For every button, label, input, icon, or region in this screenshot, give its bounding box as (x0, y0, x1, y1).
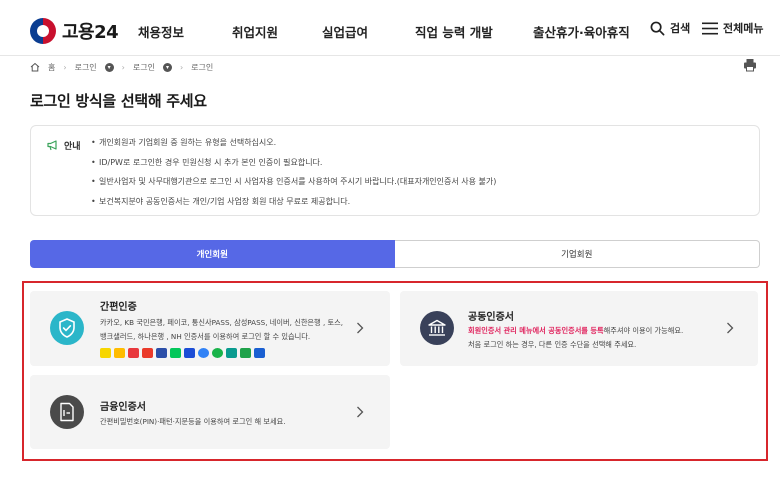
financial-certificate-title: 금융인증서 (100, 402, 146, 413)
notice-item: 일반사업자 및 사무대행기관으로 로그인 시 사업자용 인증서를 사용하여 주시… (91, 176, 496, 196)
notice-item: 개인회원과 기업회원 중 원하는 유형을 선택하십시오. (91, 137, 496, 157)
site-logo[interactable]: 고용24 (30, 18, 119, 44)
breadcrumb-separator-icon: › (179, 62, 184, 72)
nav-item-parental-leave[interactable]: 출산휴가·육아휴직 (533, 22, 630, 41)
kakao-icon (100, 348, 111, 358)
nav-item-employment-support[interactable]: 취업지원 (232, 22, 278, 41)
shield-check-icon (50, 311, 84, 345)
nav-item-jobs[interactable]: 채용정보 (138, 22, 184, 41)
chevron-right-icon (727, 322, 734, 334)
notice-label: 안내 (64, 142, 81, 152)
joint-certificate-card[interactable]: 공동인증서 회원인증서 관리 메뉴에서 공동인증서를 등록해주셔야 이용이 가능… (400, 291, 758, 366)
simple-auth-desc-line1: 카카오, KB 국민은행, 페이코, 통신사PASS, 삼성PASS, 네이버,… (100, 318, 344, 327)
breadcrumb-separator-icon: › (121, 62, 125, 72)
search-button[interactable]: 검색 (650, 20, 690, 36)
provider-badges (100, 348, 265, 358)
tab-personal-member[interactable]: 개인회원 (30, 240, 395, 268)
chevron-down-icon[interactable]: ▾ (162, 62, 172, 72)
print-icon[interactable] (743, 58, 757, 72)
toss-icon (198, 348, 209, 358)
nh-icon (240, 348, 251, 358)
joint-certificate-desc-rest: 해주셔야 이용이 가능해요. (603, 326, 684, 335)
banksalad-icon (212, 348, 223, 358)
certificate-provider-icon (254, 348, 265, 358)
breadcrumb-separator-icon: › (63, 62, 67, 72)
home-icon[interactable] (30, 62, 40, 72)
simple-auth-card[interactable]: 간편인증 카카오, KB 국민은행, 페이코, 통신사PASS, 삼성PASS,… (30, 291, 390, 366)
notice-label-group: 안내 (47, 139, 81, 152)
joint-certificate-title: 공동인증서 (468, 312, 514, 323)
notice-item: 보건복지분야 공동인증서는 개인/기업 사업장 회원 대상 무료로 제공합니다. (91, 196, 496, 216)
tab-business-member[interactable]: 기업회원 (394, 240, 760, 268)
financial-certificate-desc: 간편비밀번호(PIN)·패턴·지문등을 이용하여 로그인 해 보세요. (100, 417, 286, 426)
joint-certificate-desc-line2: 처음 로그인 하는 경우, 다른 인증 수단을 선택해 주세요. (468, 340, 637, 349)
simple-auth-title: 간편인증 (100, 302, 137, 313)
search-icon (650, 21, 665, 35)
payco-icon (128, 348, 139, 358)
all-menu-label: 전체메뉴 (723, 22, 764, 35)
hamburger-menu-icon (702, 22, 718, 34)
kb-bank-icon (114, 348, 125, 358)
notice-box: 안내 개인회원과 기업회원 중 원하는 유형을 선택하십시오. ID/PW로 로… (30, 125, 760, 216)
chevron-down-icon[interactable]: ▾ (104, 62, 114, 72)
breadcrumb-home[interactable]: 홈 (48, 62, 55, 73)
all-menu-button[interactable]: 전체메뉴 (702, 20, 763, 36)
chevron-right-icon (357, 406, 364, 418)
site-header: 고용24 채용정보 취업지원 실업급여 직업 능력 개발 출산휴가·육아휴직 검… (0, 0, 780, 56)
shinhan-bank-icon (184, 348, 195, 358)
megaphone-icon (47, 140, 57, 151)
member-type-tabs: 개인회원 기업회원 (30, 240, 760, 268)
institution-building-icon (420, 311, 454, 345)
register-certificate-link[interactable]: 회원인증서 관리 메뉴에서 공동인증서를 등록 (468, 326, 604, 335)
samsung-pass-icon (156, 348, 167, 358)
joint-certificate-desc-line1: 회원인증서 관리 메뉴에서 공동인증서를 등록해주셔야 이용이 가능해요. (468, 324, 683, 338)
breadcrumb-item[interactable]: 로그인 (75, 62, 97, 73)
telecom-pass-icon (142, 348, 153, 358)
simple-auth-desc-line2: 뱅크샐러드, 하나은행 , NH 인증서를 이용하여 로그인 할 수 있습니다. (100, 332, 311, 341)
taegeuk-logo-icon (30, 18, 56, 44)
financial-certificate-card[interactable]: 금융인증서 간편비밀번호(PIN)·패턴·지문등을 이용하여 로그인 해 보세요… (30, 375, 390, 449)
logo-text: 고용24 (62, 22, 119, 43)
naver-icon (170, 348, 181, 358)
nav-item-unemployment-benefit[interactable]: 실업급여 (322, 22, 368, 41)
document-certificate-icon (50, 395, 84, 429)
breadcrumb-item-current: 로그인 (191, 62, 214, 72)
page-title: 로그인 방식을 선택해 주세요 (30, 92, 207, 110)
nav-item-vocational-training[interactable]: 직업 능력 개발 (415, 22, 493, 41)
chevron-right-icon (357, 322, 364, 334)
search-label: 검색 (670, 22, 691, 35)
notice-list: 개인회원과 기업회원 중 원하는 유형을 선택하십시오. ID/PW로 로그인한… (91, 137, 496, 215)
breadcrumb-item[interactable]: 로그인 (133, 62, 155, 73)
notice-item: ID/PW로 로그인한 경우 민원신청 시 추가 본인 인증이 필요합니다. (91, 157, 496, 177)
hana-bank-icon (226, 348, 237, 358)
breadcrumb: 홈 › 로그인 ▾ › 로그인 ▾ › 로그인 (30, 60, 213, 74)
